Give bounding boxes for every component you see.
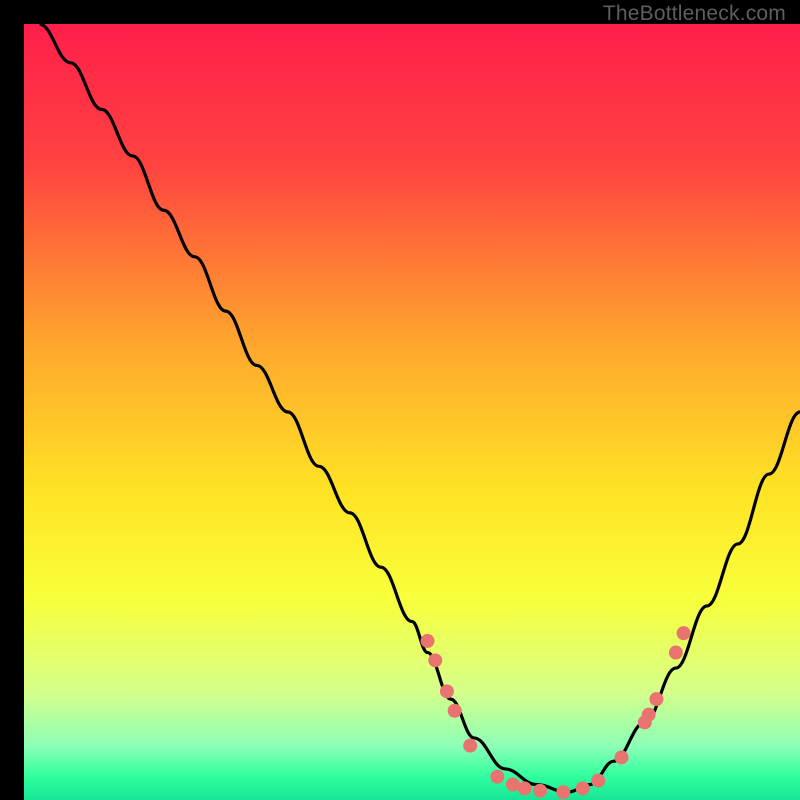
bottleneck-chart [24, 24, 800, 800]
data-point [440, 684, 454, 698]
chart-frame [12, 12, 788, 788]
data-point [591, 774, 605, 788]
data-point [490, 770, 504, 784]
data-point [463, 739, 477, 753]
data-point [533, 784, 547, 798]
data-point [642, 708, 656, 722]
data-point [421, 634, 435, 648]
data-point [576, 781, 590, 795]
data-point [649, 692, 663, 706]
data-point [677, 626, 691, 640]
data-point [669, 646, 683, 660]
watermark-text: TheBottleneck.com [603, 2, 786, 26]
data-point [518, 781, 532, 795]
data-point [615, 750, 629, 764]
data-point [448, 704, 462, 718]
data-point [556, 785, 570, 799]
data-point [428, 653, 442, 667]
gradient-background [24, 24, 800, 800]
